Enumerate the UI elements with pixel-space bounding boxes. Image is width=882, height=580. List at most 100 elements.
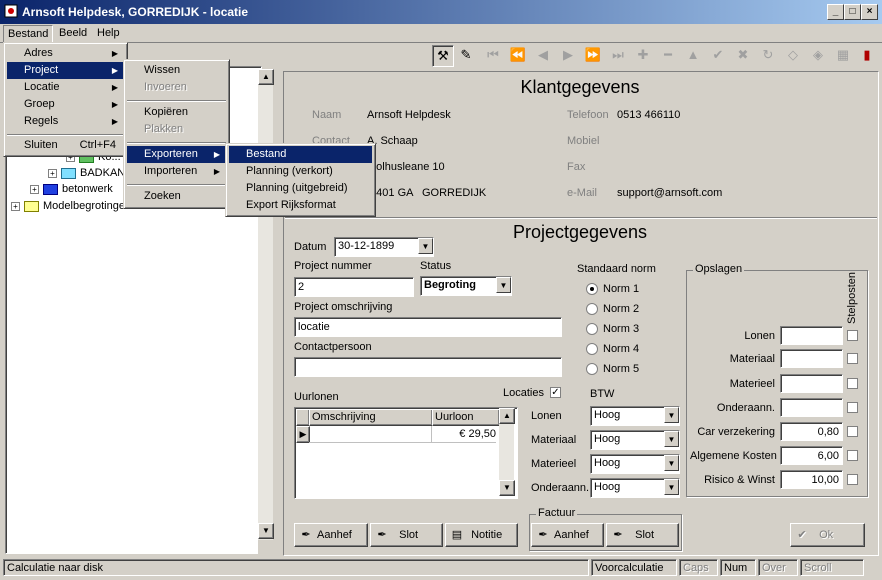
opslag-materiaal-field[interactable] [780, 349, 843, 368]
menu-item-project[interactable]: Project ▶ [7, 62, 124, 79]
close-button[interactable]: × [861, 4, 878, 20]
last-record-icon[interactable]: ⏭ [608, 45, 628, 65]
edit-form-icon[interactable]: ✎ [456, 45, 476, 65]
menu-item-groep[interactable]: Groep ▶ [7, 96, 124, 113]
first-record-icon[interactable]: ⏮ [483, 45, 503, 65]
menu-item-locatie[interactable]: Locatie ▶ [7, 79, 124, 96]
factuur-aanhef-button[interactable]: ✒ Aanhef [531, 523, 604, 547]
scroll-down-icon[interactable]: ▼ [499, 480, 515, 496]
tag-icon[interactable]: ◇ [783, 45, 803, 65]
opslag-lonen-field[interactable] [780, 326, 843, 345]
insert-icon[interactable]: ✚ [633, 45, 653, 65]
opslag-rw-field[interactable]: 10,00 [780, 470, 843, 489]
expand-icon[interactable]: + [11, 201, 20, 211]
norm-4-radio[interactable] [586, 343, 598, 355]
post-check-icon[interactable]: ✔ [708, 45, 728, 65]
stelpost-ak-checkbox[interactable] [847, 450, 858, 461]
stelpost-lonen-checkbox[interactable] [847, 330, 858, 341]
next-record-icon[interactable]: ▶ [558, 45, 578, 65]
tree-item[interactable]: + BADKAN [48, 165, 125, 181]
opslag-ak-field[interactable]: 6,00 [780, 446, 843, 465]
stelpost-onderaann-checkbox[interactable] [847, 402, 858, 413]
tree-item[interactable]: + Modelbegrotingen [11, 198, 131, 214]
menu-item-export-rijksformat[interactable]: Export Rijksformat [229, 197, 372, 214]
uurlonen-grid[interactable]: Omschrijving Uurloon ▶ € 29,50 ▲ ▼ [294, 407, 518, 499]
goto-icon[interactable]: ◈ [808, 45, 828, 65]
scroll-up-icon[interactable]: ▲ [499, 408, 515, 424]
grid-header-omschrijving[interactable]: Omschrijving [309, 409, 433, 426]
contactpersoon-field[interactable] [294, 357, 562, 377]
grid-header-uurloon[interactable]: Uurloon [432, 409, 500, 426]
menu-item-sluiten[interactable]: Sluiten Ctrl+F4 [7, 137, 124, 154]
menu-bestand[interactable]: Bestand [3, 25, 54, 43]
minimize-button[interactable]: _ [827, 4, 844, 20]
menu-item-wissen[interactable]: Wissen [127, 62, 226, 79]
norm-1-radio[interactable] [586, 283, 598, 295]
menu-item-exporteren[interactable]: Exporteren ▶ [127, 146, 226, 163]
menu-item-zoeken[interactable]: Zoeken [127, 188, 226, 205]
factuur-slot-button[interactable]: ✒ Slot [606, 523, 679, 547]
scroll-up-icon[interactable]: ▲ [258, 69, 274, 85]
datum-picker[interactable]: 30-12-1899 ▼ [334, 237, 434, 257]
edit-icon[interactable]: ▲ [683, 45, 703, 65]
tree-scrollbar[interactable]: ▲ ▼ [258, 69, 274, 540]
grid-cell-omschrijving[interactable] [309, 426, 432, 443]
omschrijving-field[interactable]: locatie [294, 317, 562, 337]
chevron-down-icon[interactable]: ▼ [664, 431, 679, 447]
notitie-button[interactable]: ▤ Notitie [445, 523, 518, 547]
stelpost-rw-checkbox[interactable] [847, 474, 858, 485]
btw-onderaann-select[interactable]: Hoog ▼ [590, 478, 680, 498]
maximize-button[interactable]: □ [844, 4, 861, 20]
menu-item-importeren[interactable]: Importeren ▶ [127, 163, 226, 180]
btw-materiaal-select[interactable]: Hoog ▼ [590, 430, 680, 450]
expand-icon[interactable]: + [48, 168, 57, 178]
menu-item-export-bestand[interactable]: Bestand [229, 146, 372, 163]
menu-item-kopieren[interactable]: Kopiëren [127, 104, 226, 121]
menu-item-invoeren[interactable]: Invoeren [127, 79, 226, 96]
stelpost-materiaal-checkbox[interactable] [847, 353, 858, 364]
chevron-down-icon[interactable]: ▼ [664, 479, 679, 495]
prior-record-icon[interactable]: ◀ [533, 45, 553, 65]
cancel-x-icon[interactable]: ✖ [733, 45, 753, 65]
menu-beeld[interactable]: Beeld [55, 25, 91, 41]
chevron-down-icon[interactable]: ▼ [496, 277, 511, 293]
menu-item-planning-verkort[interactable]: Planning (verkort) [229, 163, 372, 180]
grid-scrollbar[interactable]: ▲ ▼ [499, 408, 515, 496]
opslag-materieel-field[interactable] [780, 374, 843, 393]
slot-button[interactable]: ✒ Slot [370, 523, 443, 547]
tree-item[interactable]: + betonwerk [30, 181, 113, 197]
chevron-down-icon[interactable]: ▼ [664, 455, 679, 471]
norm-5-radio[interactable] [586, 363, 598, 375]
prior-page-icon[interactable]: ⏪ [508, 45, 528, 65]
ok-button[interactable]: ✔ Ok [790, 523, 865, 547]
aanhef-button[interactable]: ✒ Aanhef [294, 523, 368, 547]
refresh-icon[interactable]: ↻ [758, 45, 778, 65]
check-icon: ✔ [797, 529, 807, 541]
btw-materieel-select[interactable]: Hoog ▼ [590, 454, 680, 474]
menu-item-planning-uitgebreid[interactable]: Planning (uitgebreid) [229, 180, 372, 197]
status-select[interactable]: Begroting ▼ [420, 276, 512, 296]
delete-icon[interactable]: ━ [658, 45, 678, 65]
stelpost-car-checkbox[interactable] [847, 426, 858, 437]
opslag-car-field[interactable]: 0,80 [780, 422, 843, 441]
locaties-checkbox[interactable]: ✓ [550, 387, 561, 398]
filter-icon[interactable]: ▦ [833, 45, 853, 65]
scroll-down-icon[interactable]: ▼ [258, 523, 274, 539]
grid-cell-uurloon[interactable]: € 29,50 [432, 426, 496, 443]
stelpost-materieel-checkbox[interactable] [847, 378, 858, 389]
btw-lonen-select[interactable]: Hoog ▼ [590, 406, 680, 426]
menu-help[interactable]: Help [93, 25, 124, 41]
tool-icon[interactable]: ⚒ [432, 45, 454, 67]
opslag-onderaann-field[interactable] [780, 398, 843, 417]
expand-icon[interactable]: + [30, 184, 39, 194]
menu-item-regels[interactable]: Regels ▶ [7, 113, 124, 130]
menu-item-plakken[interactable]: Plakken [127, 121, 226, 138]
chevron-down-icon[interactable]: ▼ [664, 407, 679, 423]
chevron-down-icon[interactable]: ▼ [418, 238, 433, 254]
next-page-icon[interactable]: ⏩ [583, 45, 603, 65]
menu-item-adres[interactable]: Adres ▶ [7, 45, 124, 62]
norm-2-radio[interactable] [586, 303, 598, 315]
norm-3-radio[interactable] [586, 323, 598, 335]
exit-door-icon[interactable]: ▮ [857, 45, 877, 65]
project-nummer-field[interactable]: 2 [294, 277, 414, 297]
